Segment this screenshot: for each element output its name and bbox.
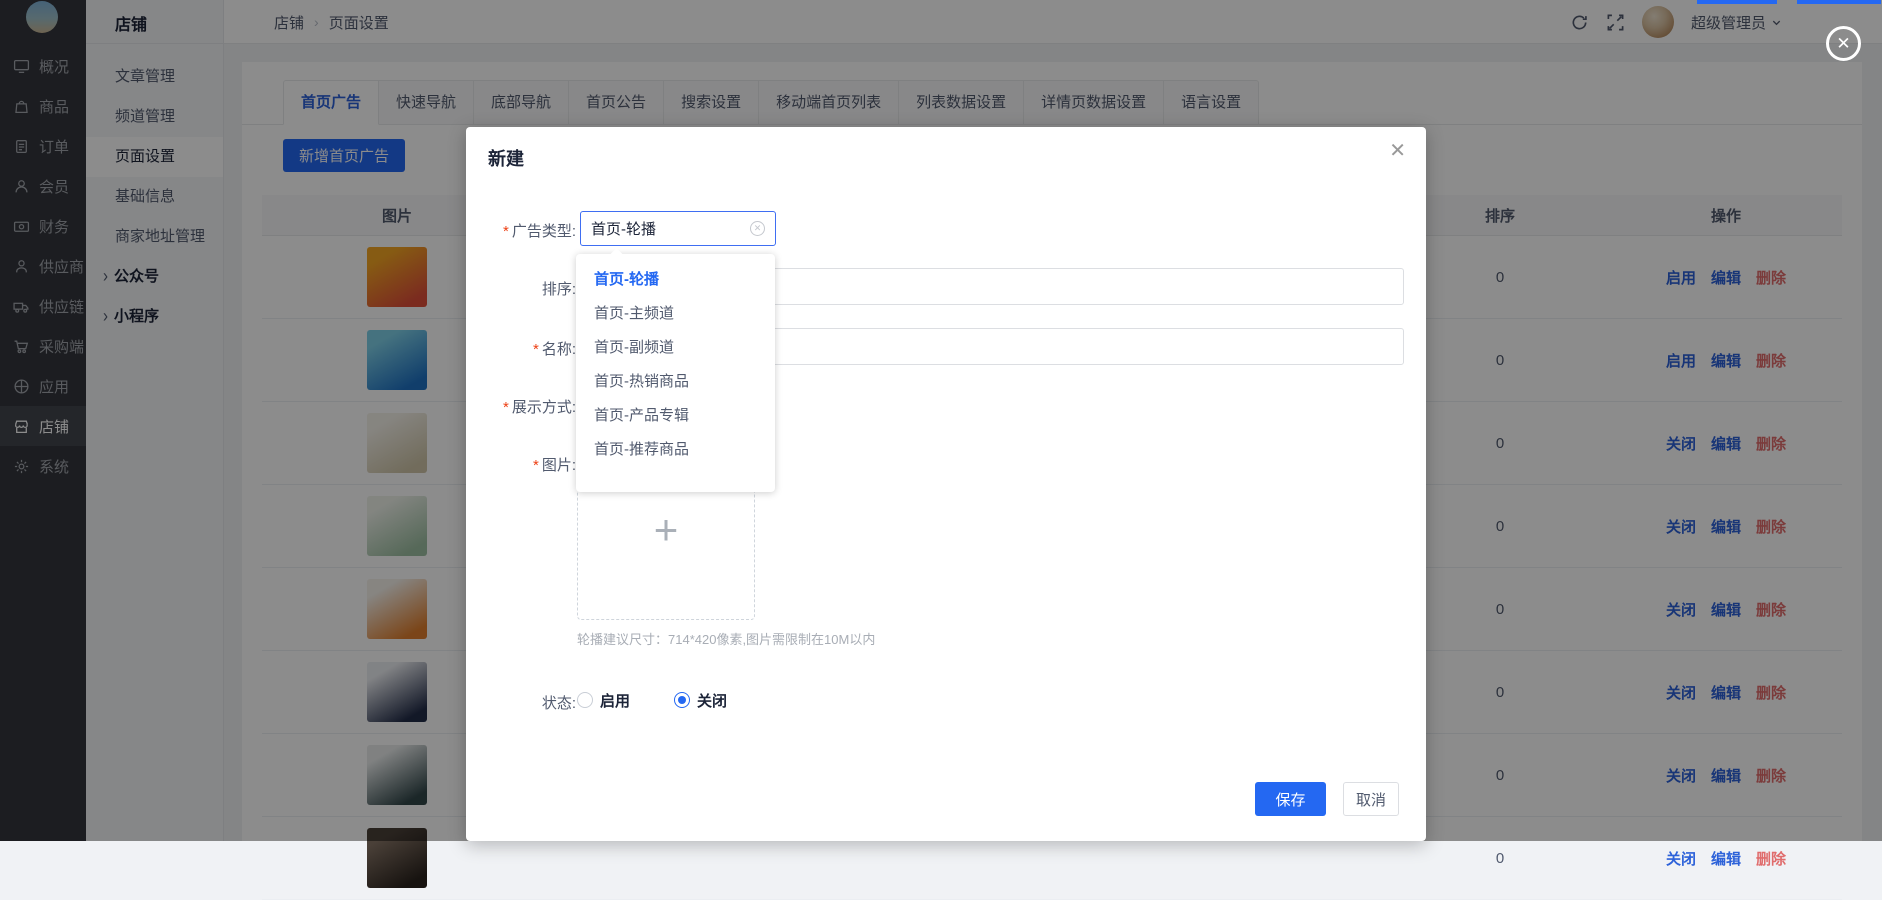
toggle-link[interactable]: 关闭 [1666,848,1696,869]
cancel-button[interactable]: 取消 [1343,782,1399,816]
page-close-icon[interactable]: ✕ [1826,26,1861,61]
ad-type-label: *广告类型: [466,220,576,241]
status-disable-label[interactable]: 关闭 [697,690,727,711]
required-asterisk: * [503,399,509,416]
sort-label: 排序: [466,278,576,299]
dropdown-option[interactable]: 首页-主频道 [576,297,775,331]
status-enable-radio[interactable] [577,692,593,708]
status-radio-group: 启用 关闭 [577,687,727,713]
image-size-hint: 轮播建议尺寸：714*420像素,图片需限制在10M以内 [577,629,875,648]
display-mode-label: *展示方式: [466,396,576,417]
ad-type-dropdown: 首页-轮播首页-主频道首页-副频道首页-热销商品首页-产品专辑首页-推荐商品 [576,254,775,492]
delete-link[interactable]: 删除 [1756,848,1786,869]
new-ad-modal: 新建 ✕ *广告类型: 首页-轮播 ✕ 排序: *名称: *展示方式: *图片:… [466,127,1426,841]
ad-type-selected-value: 首页-轮播 [591,218,656,239]
plus-icon: + [654,506,679,554]
top-edge-blue-bar [1697,0,1777,4]
required-asterisk: * [533,341,539,358]
sort-cell: 0 [1390,850,1610,867]
status-enable-label[interactable]: 启用 [600,690,630,711]
dropdown-option[interactable]: 首页-轮播 [576,263,775,297]
dropdown-option[interactable]: 首页-副频道 [576,331,775,365]
save-button[interactable]: 保存 [1255,782,1326,816]
name-label: *名称: [466,338,576,359]
image-label: *图片: [466,454,576,475]
top-edge-blue-bar [1797,0,1881,4]
status-label: 状态: [466,692,576,713]
dropdown-arrow [610,248,623,261]
clear-select-icon[interactable]: ✕ [750,221,765,236]
dropdown-option[interactable]: 首页-产品专辑 [576,399,775,433]
modal-close-icon[interactable]: ✕ [1389,141,1406,161]
edit-link[interactable]: 编辑 [1711,848,1741,869]
required-asterisk: * [503,223,509,240]
dropdown-option[interactable]: 首页-热销商品 [576,365,775,399]
required-asterisk: * [533,457,539,474]
status-disable-radio[interactable] [674,692,690,708]
action-cell: 关闭编辑删除 [1610,848,1842,869]
dropdown-option[interactable]: 首页-推荐商品 [576,433,775,467]
modal-title: 新建 [488,145,524,171]
dropdown-options: 首页-轮播首页-主频道首页-副频道首页-热销商品首页-产品专辑首页-推荐商品 [576,263,775,467]
ad-type-select[interactable]: 首页-轮播 ✕ [580,211,776,246]
